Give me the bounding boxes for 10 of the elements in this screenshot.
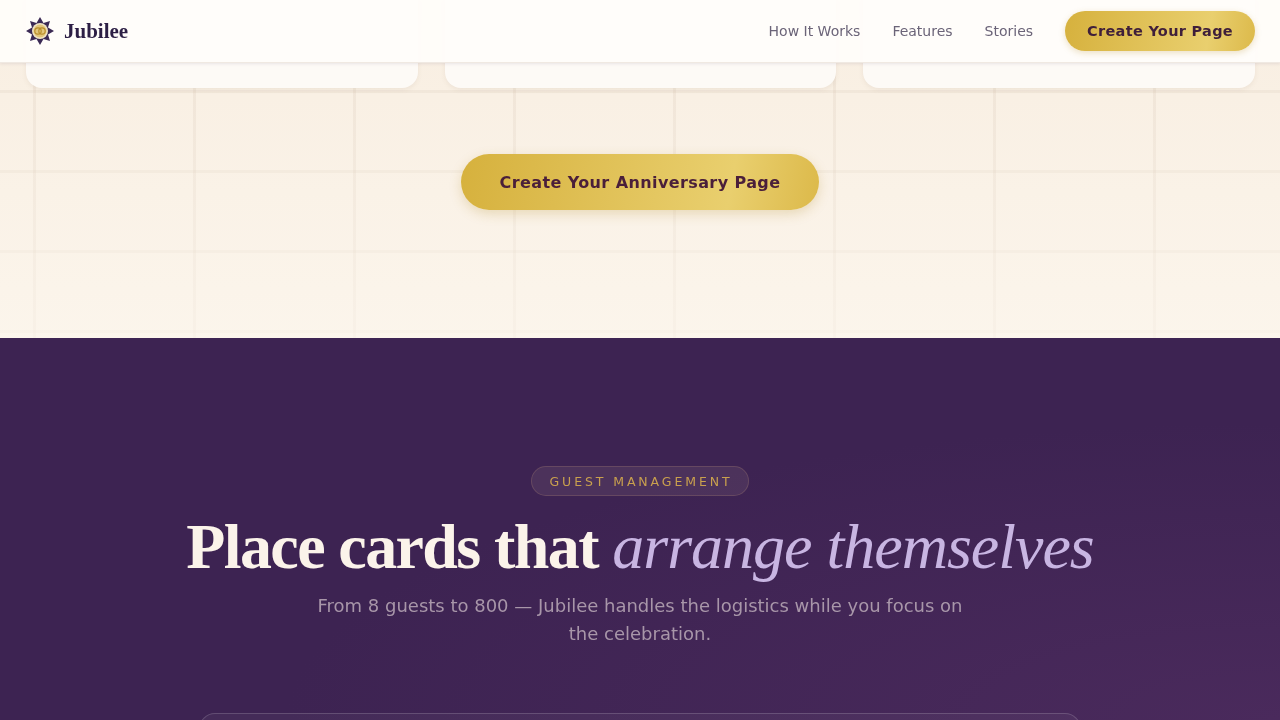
section-tag: GUEST MANAGEMENT — [530, 466, 750, 496]
section-subtitle: From 8 guests to 800 — Jubilee handles the logistics while you focus on the celebration. — [316, 594, 964, 646]
create-page-button[interactable]: Create Your Page — [1065, 11, 1255, 51]
brand-name: Jubilee — [64, 18, 129, 44]
create-anniversary-page-button[interactable]: Create Your Anniversary Page — [461, 154, 819, 210]
nav-link[interactable]: Features — [892, 23, 953, 39]
nav-link[interactable]: Stories — [984, 23, 1034, 39]
logo-icon — [26, 17, 54, 45]
nav-link[interactable]: How It Works — [768, 23, 861, 39]
section-heading: Place cards that arrange themselves — [186, 510, 1094, 584]
